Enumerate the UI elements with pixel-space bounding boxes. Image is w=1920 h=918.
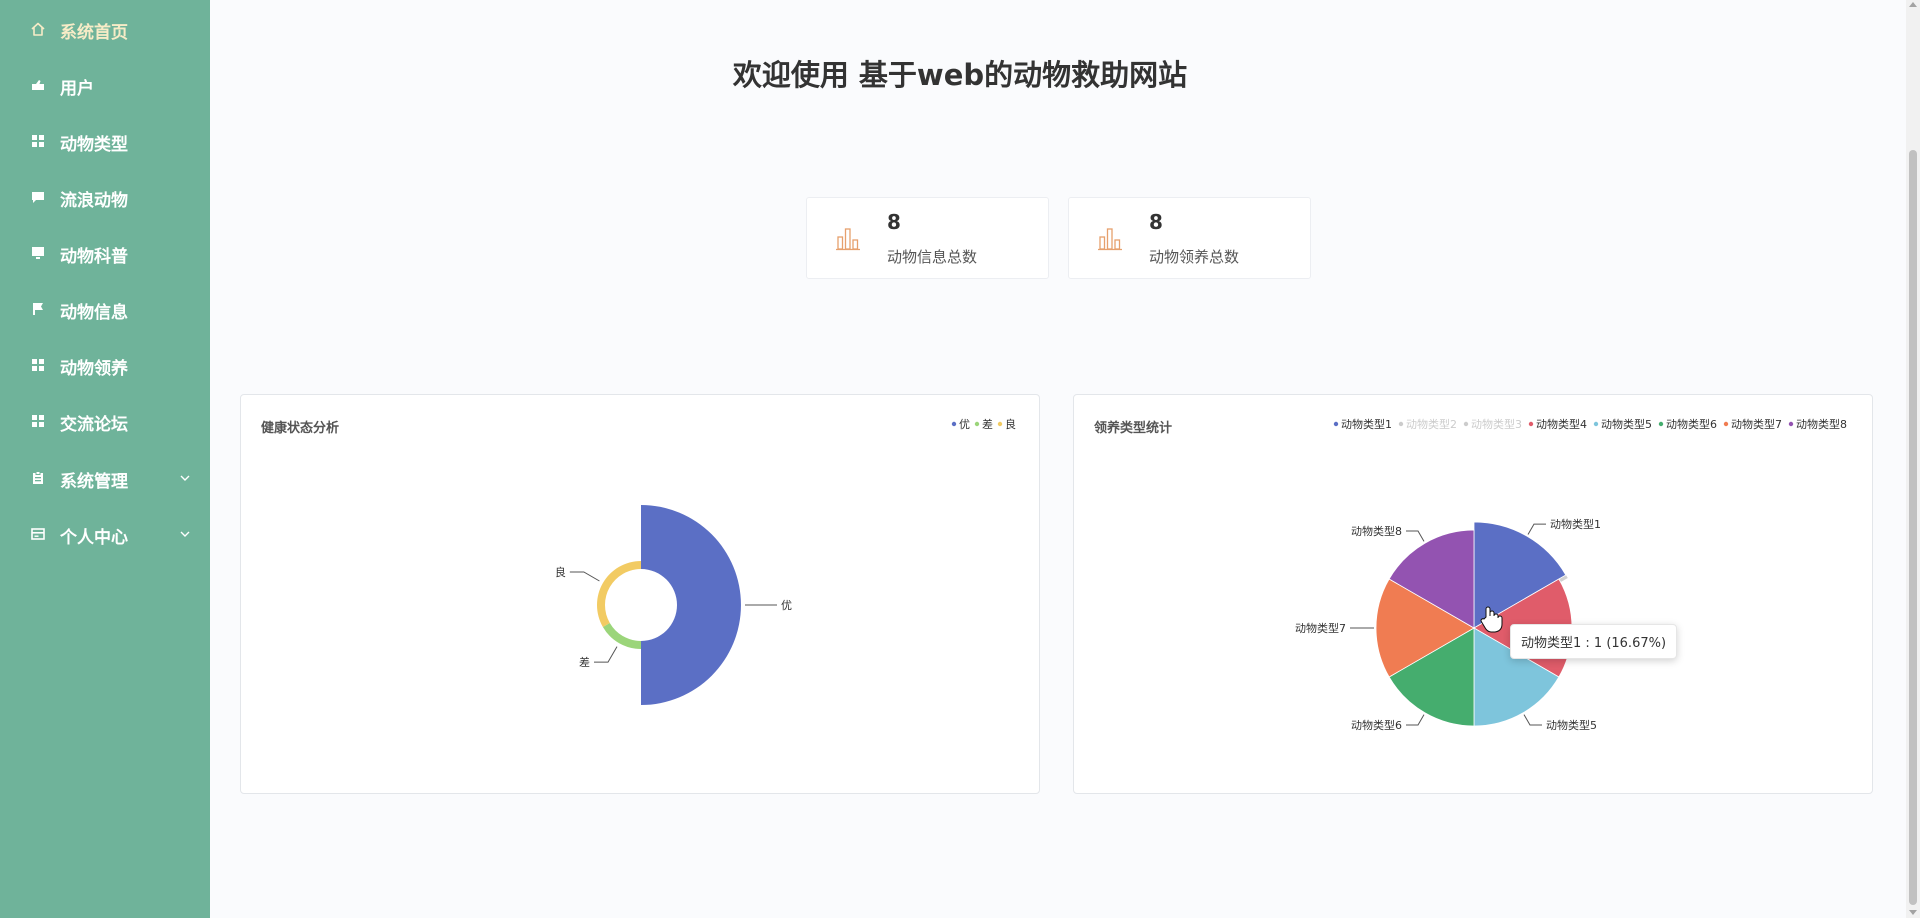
adoption-type-panel: 领养类型统计 动物类型1 动物类型2 动物类型3 动物类型4 动物类型5 动物类型6 动物类… xyxy=(1073,394,1873,794)
slice-label-line xyxy=(1527,523,1546,535)
sidebar: 系统首页 用户 动物类型 流浪动物 动物科普 动物信息 动物领养 交流论坛 系统… xyxy=(0,0,210,918)
page-title: 欢迎使用 基于web的动物救助网站 xyxy=(732,58,1188,92)
stat-value: 8 xyxy=(1149,210,1163,234)
bar-chart-icon xyxy=(835,226,861,252)
legend-item: 优 xyxy=(959,418,970,431)
sidebar-item-personal-center[interactable]: 个人中心 xyxy=(0,514,210,554)
slice-label-line xyxy=(594,646,618,663)
sidebar-item-label: 个人中心 xyxy=(60,528,128,548)
health-status-chart: 优差良优差良 xyxy=(555,417,1016,705)
user-icon xyxy=(30,77,46,93)
chevron-down-icon xyxy=(178,470,192,484)
sidebar-item-user[interactable]: 用户 xyxy=(0,65,210,105)
legend-marker xyxy=(951,421,957,427)
sidebar-item-home[interactable]: 系统首页 xyxy=(0,9,210,49)
health-status-panel: 健康状态分析 优差良优差良 xyxy=(240,394,1040,794)
slice-label: 动物类型1 xyxy=(1550,517,1601,531)
rose-slice xyxy=(602,623,641,649)
legend-marker xyxy=(1788,421,1794,427)
scrollbar[interactable] xyxy=(1906,0,1920,918)
main-content: 欢迎使用 基于web的动物救助网站 8 动物信息总数 8 动物领养总数 健康状态… xyxy=(210,0,1920,918)
legend-marker xyxy=(997,421,1003,427)
legend-item: 动物类型8 xyxy=(1796,417,1847,431)
slice-label-line xyxy=(569,571,600,582)
legend-item: 动物类型2 xyxy=(1406,417,1457,431)
legend-marker xyxy=(1658,421,1664,427)
slice-label-line xyxy=(1523,714,1542,726)
card-icon xyxy=(30,526,46,542)
legend-marker xyxy=(1463,421,1469,427)
legend-item: 良 xyxy=(1005,417,1016,431)
sidebar-item-stray-animals[interactable]: 流浪动物 xyxy=(0,177,210,217)
slice-label: 动物类型7 xyxy=(1295,621,1346,635)
legend-item: 动物类型3 xyxy=(1471,417,1522,431)
legend-item: 动物类型1 xyxy=(1341,417,1392,431)
stat-card-adoption: 8 动物领养总数 xyxy=(1068,197,1311,279)
sidebar-item-adoption[interactable]: 动物领养 xyxy=(0,345,210,385)
legend-marker xyxy=(1398,421,1404,427)
sidebar-item-label: 交流论坛 xyxy=(60,415,128,435)
stat-label: 动物信息总数 xyxy=(887,248,978,266)
legend-item: 动物类型4 xyxy=(1536,417,1587,431)
legend-marker xyxy=(1593,421,1599,427)
sidebar-item-label: 动物类型 xyxy=(60,135,128,155)
legend-item: 动物类型5 xyxy=(1601,417,1652,431)
slice-label-line xyxy=(1406,530,1425,542)
legend-marker xyxy=(1723,421,1729,427)
sidebar-item-label: 系统管理 xyxy=(60,472,128,492)
scroll-up-arrow[interactable] xyxy=(1909,2,1917,7)
sidebar-item-label: 动物领养 xyxy=(60,359,128,379)
sidebar-item-animal-info[interactable]: 动物信息 xyxy=(0,289,210,329)
monitor-icon xyxy=(30,245,46,261)
legend-marker xyxy=(1333,421,1339,427)
slice-label: 优 xyxy=(781,599,792,612)
chevron-down-icon xyxy=(178,526,192,540)
chart-tooltip: 动物类型1 : 1 (16.67%) xyxy=(1510,624,1678,659)
scroll-down-arrow[interactable] xyxy=(1909,910,1917,915)
scroll-thumb[interactable] xyxy=(1909,150,1917,905)
home-icon xyxy=(30,21,46,37)
sidebar-item-label: 动物科普 xyxy=(60,247,128,267)
sidebar-item-label: 流浪动物 xyxy=(60,191,128,211)
slice-label-line xyxy=(1406,714,1425,726)
sidebar-item-animal-science[interactable]: 动物科普 xyxy=(0,233,210,273)
rose-slice xyxy=(597,561,641,627)
stat-label: 动物领养总数 xyxy=(1149,248,1240,266)
grid-icon xyxy=(30,133,46,149)
bar-chart-icon xyxy=(1097,226,1123,252)
sidebar-item-animal-type[interactable]: 动物类型 xyxy=(0,121,210,161)
legend-marker xyxy=(1528,421,1534,427)
adoption-type-chart: 动物类型1 动物类型2 动物类型3 动物类型4 动物类型5 动物类型6 动物类型7 动物类型8… xyxy=(1295,417,1847,732)
slice-label: 动物类型6 xyxy=(1351,718,1402,732)
grid-icon xyxy=(30,357,46,373)
sidebar-item-forum[interactable]: 交流论坛 xyxy=(0,401,210,441)
sidebar-item-label: 系统首页 xyxy=(60,23,128,43)
stat-card-animal-info: 8 动物信息总数 xyxy=(806,197,1049,279)
flag-icon xyxy=(30,301,46,317)
legend-item: 差 xyxy=(982,417,993,431)
slice-label: 动物类型5 xyxy=(1546,718,1597,732)
sidebar-item-label: 用户 xyxy=(60,79,94,99)
legend-marker xyxy=(974,421,980,427)
legend-item: 动物类型6 xyxy=(1666,417,1717,431)
legend-item: 动物类型7 xyxy=(1731,417,1782,431)
sidebar-item-system-management[interactable]: 系统管理 xyxy=(0,458,210,498)
sidebar-item-label: 动物信息 xyxy=(60,303,128,323)
slice-label: 差 xyxy=(579,655,590,669)
stat-value: 8 xyxy=(887,210,901,234)
clipboard-icon xyxy=(30,470,46,486)
grid-icon xyxy=(30,413,46,429)
slice-label: 动物类型8 xyxy=(1351,524,1402,538)
rose-slice xyxy=(641,505,741,705)
slice-label: 良 xyxy=(555,565,566,579)
chat-icon xyxy=(30,189,46,205)
